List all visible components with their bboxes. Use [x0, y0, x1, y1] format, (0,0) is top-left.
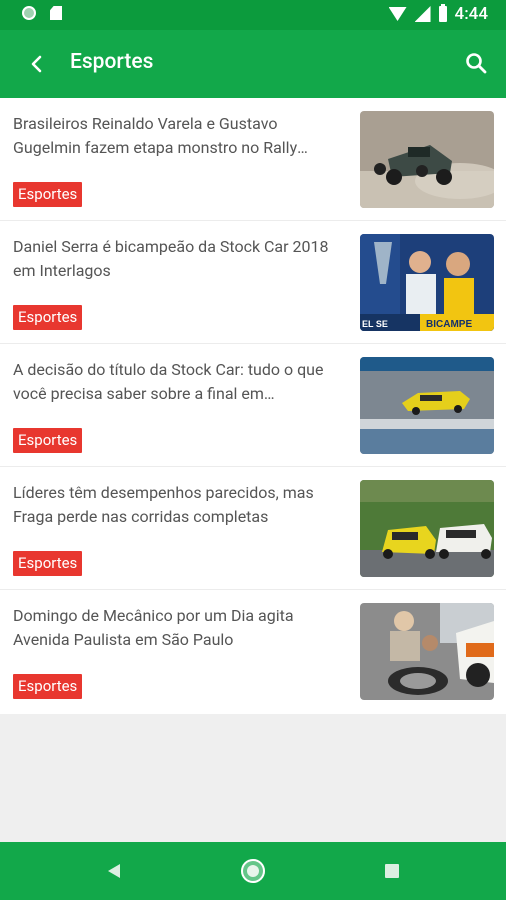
- article-headline[interactable]: Líderes têm desempenhos parecidos, mas F…: [13, 481, 333, 529]
- search-icon[interactable]: [464, 51, 488, 75]
- sd-card-icon: [50, 6, 62, 20]
- category-tag[interactable]: Esportes: [13, 182, 83, 207]
- app-bar: Esportes: [0, 30, 506, 98]
- article-thumbnail-mechanic[interactable]: [360, 603, 494, 700]
- status-time: 4:44: [454, 4, 488, 24]
- category-tag[interactable]: Esportes: [13, 305, 83, 330]
- banner-text-left: EL SE: [362, 319, 388, 329]
- status-bar: 4:44: [0, 0, 506, 30]
- nav-recents-icon[interactable]: [385, 864, 399, 878]
- article-thumbnail-two-cars[interactable]: [360, 480, 494, 577]
- wifi-icon: [388, 7, 407, 21]
- article-thumbnail-stock-car-track[interactable]: [360, 357, 494, 454]
- article-thumbnail-rally-buggy[interactable]: [360, 111, 494, 208]
- article-headline[interactable]: Daniel Serra é bicampeão da Stock Car 20…: [13, 235, 333, 283]
- article-item[interactable]: Domingo de Mecânico por um Dia agita Ave…: [0, 590, 506, 713]
- article-thumbnail-champion[interactable]: BICAMPE EL SE: [360, 234, 494, 331]
- battery-icon: [438, 4, 447, 22]
- article-item[interactable]: Daniel Serra é bicampeão da Stock Car 20…: [0, 221, 506, 344]
- article-item[interactable]: A decisão do título da Stock Car: tudo o…: [0, 344, 506, 467]
- category-tag[interactable]: Esportes: [13, 551, 83, 576]
- article-headline[interactable]: Brasileiros Reinaldo Varela e Gustavo Gu…: [13, 112, 333, 160]
- category-tag[interactable]: Esportes: [13, 674, 83, 699]
- article-headline[interactable]: A decisão do título da Stock Car: tudo o…: [13, 358, 333, 406]
- notification-circle-icon: [22, 6, 36, 20]
- article-item[interactable]: Brasileiros Reinaldo Varela e Gustavo Gu…: [0, 98, 506, 221]
- article-item[interactable]: Líderes têm desempenhos parecidos, mas F…: [0, 467, 506, 590]
- article-headline[interactable]: Domingo de Mecânico por um Dia agita Ave…: [13, 604, 333, 652]
- category-tag[interactable]: Esportes: [13, 428, 83, 453]
- back-arrow-icon[interactable]: [25, 52, 49, 76]
- signal-icon: [414, 6, 431, 22]
- system-nav-bar: [0, 842, 506, 900]
- page-title: Esportes: [70, 50, 154, 74]
- article-list: Brasileiros Reinaldo Varela e Gustavo Gu…: [0, 98, 506, 714]
- nav-home-icon[interactable]: [241, 859, 265, 883]
- nav-back-icon[interactable]: [106, 863, 122, 879]
- banner-text: BICAMPE: [426, 319, 472, 330]
